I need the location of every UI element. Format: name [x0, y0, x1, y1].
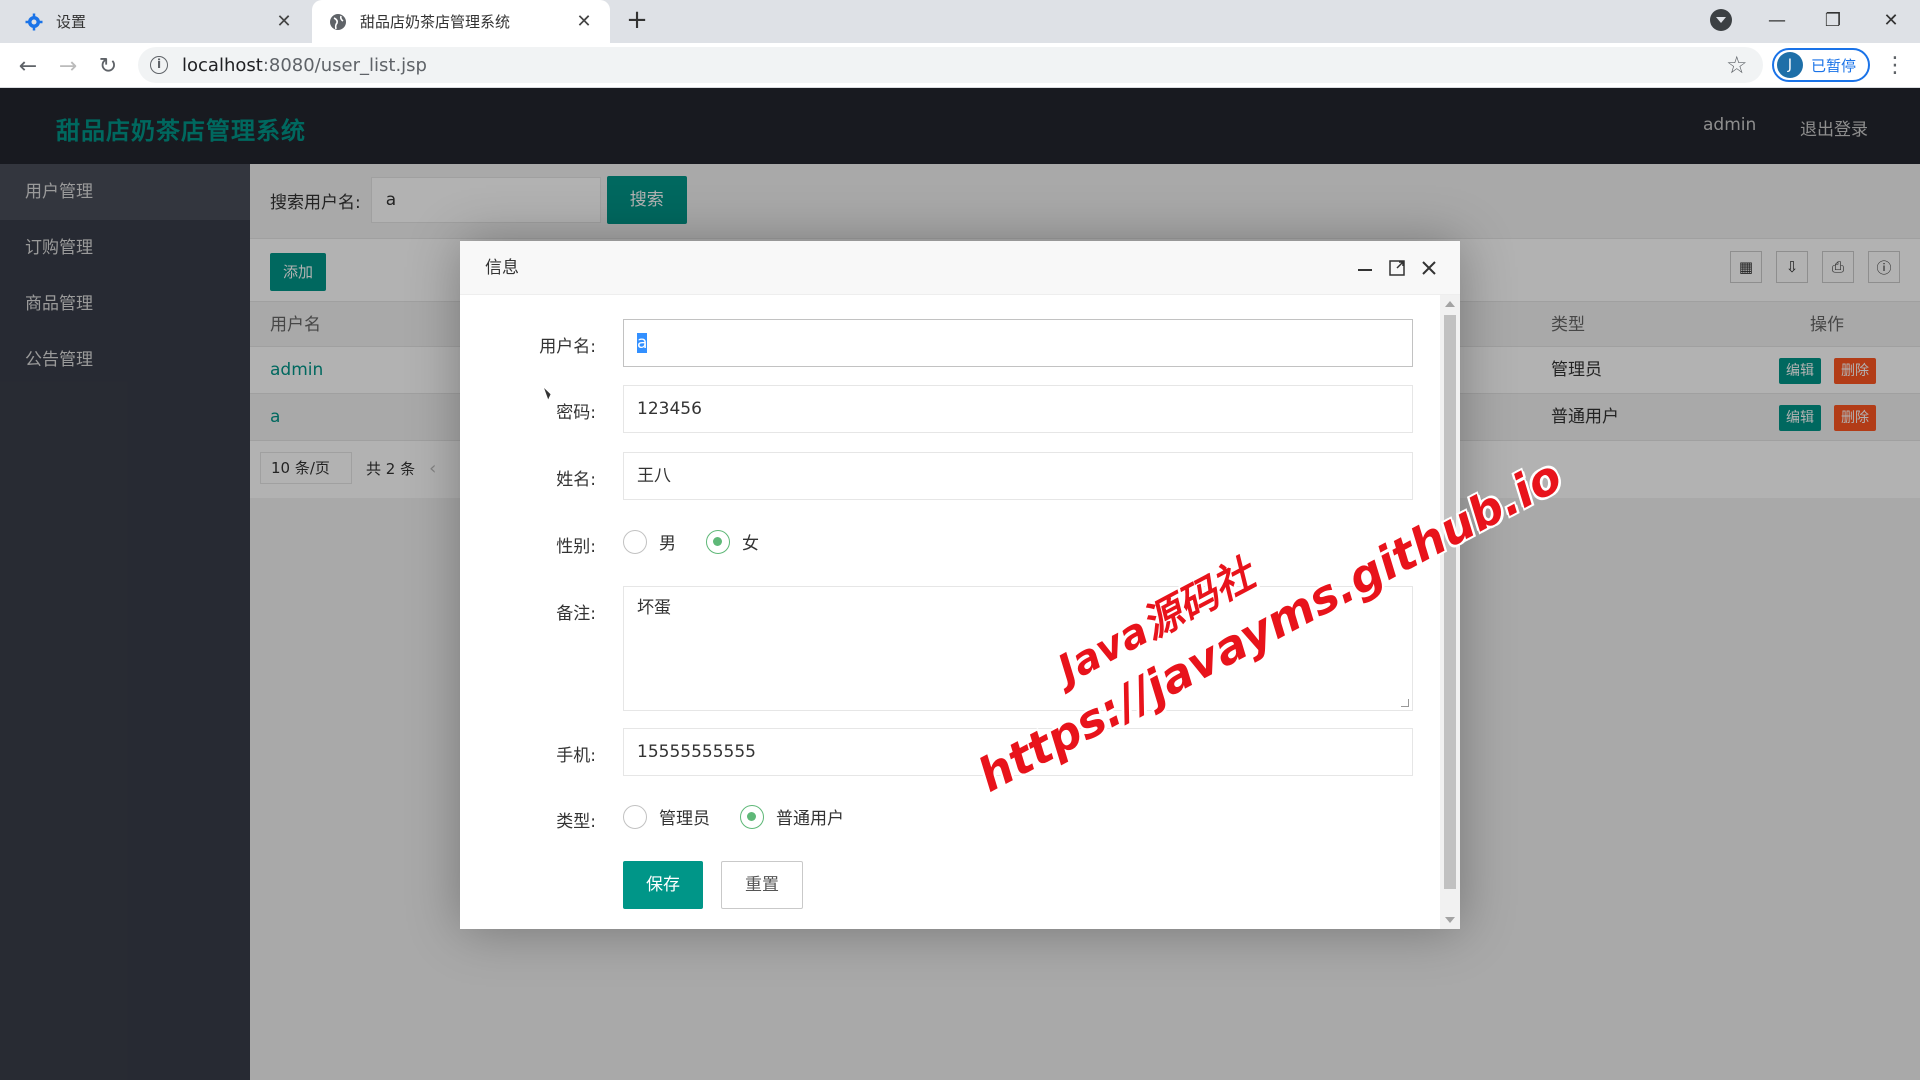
url-path: :8080/user_list.jsp: [262, 54, 427, 76]
radio-label: 普通用户: [776, 809, 844, 829]
dialog-form: 用户名: a 密码: 123456 姓名: 王八 性别: 男 女 备注: 坏蛋 …: [460, 295, 1440, 929]
minimize-icon[interactable]: —: [1752, 0, 1802, 40]
info-dialog: 信息 用户名: a 密码: 123456 姓名: 王八 性别: 男 女 备注: …: [460, 241, 1460, 929]
profile-status: 已暂停: [1811, 56, 1857, 75]
forward-icon[interactable]: →: [53, 51, 83, 81]
url-host: localhost: [182, 54, 263, 76]
resize-grip-icon[interactable]: [1401, 699, 1409, 707]
reset-button[interactable]: 重置: [721, 861, 803, 909]
username-field[interactable]: a: [623, 319, 1413, 367]
note-value: 坏蛋: [637, 598, 671, 618]
browser-tabbar: 设置 ✕ 甜品店奶茶店管理系统 ✕ + — ❐ ✕: [0, 0, 1920, 43]
gender-radio-group: 男 女: [623, 529, 789, 554]
radio-label: 女: [742, 534, 759, 554]
profile-button[interactable]: J 已暂停: [1772, 48, 1870, 82]
tab-search-icon[interactable]: [1710, 9, 1732, 31]
gear-icon: [24, 12, 44, 32]
tab-settings[interactable]: 设置 ✕: [8, 0, 310, 43]
scroll-up-icon[interactable]: [1445, 301, 1455, 307]
gender-female-radio[interactable]: 女: [706, 529, 759, 554]
password-field[interactable]: 123456: [623, 385, 1413, 433]
dialog-title: 信息: [460, 241, 1460, 295]
restore-icon[interactable]: ❐: [1808, 0, 1858, 40]
username-label: 用户名:: [539, 337, 596, 357]
more-menu-icon[interactable]: ⋮: [1884, 53, 1906, 78]
window-close-icon[interactable]: ✕: [1866, 0, 1916, 40]
reload-icon[interactable]: ↻: [93, 51, 123, 81]
tab-app[interactable]: 甜品店奶茶店管理系统 ✕: [312, 0, 610, 43]
dialog-scrollbar[interactable]: [1440, 295, 1460, 929]
save-button[interactable]: 保存: [623, 861, 703, 909]
name-label: 姓名:: [556, 470, 596, 490]
type-label: 类型:: [556, 812, 596, 832]
note-label: 备注:: [556, 604, 596, 624]
new-tab-button[interactable]: +: [624, 7, 650, 34]
radio-label: 管理员: [659, 809, 710, 829]
globe-icon: [328, 12, 348, 32]
scroll-thumb[interactable]: [1444, 315, 1456, 889]
gender-male-radio[interactable]: 男: [623, 529, 676, 554]
info-icon[interactable]: i: [150, 56, 168, 74]
name-field[interactable]: 王八: [623, 452, 1413, 500]
radio-checked-icon: [706, 529, 730, 554]
maximize-icon[interactable]: [1385, 256, 1409, 280]
scroll-down-icon[interactable]: [1445, 917, 1455, 923]
type-radio-group: 管理员 普通用户: [623, 804, 874, 829]
tab-title: 甜品店奶茶店管理系统: [360, 13, 511, 31]
phone-field[interactable]: 15555555555: [623, 728, 1413, 776]
close-icon[interactable]: ✕: [574, 11, 594, 32]
address-bar: ← → ↻ i localhost:8080/user_list.jsp ☆ J…: [0, 43, 1920, 88]
url-field[interactable]: i localhost:8080/user_list.jsp: [138, 47, 1763, 83]
tab-title: 设置: [56, 13, 87, 31]
type-normal-radio[interactable]: 普通用户: [740, 804, 844, 829]
close-icon[interactable]: [1417, 256, 1441, 280]
radio-icon: [623, 529, 647, 554]
radio-icon: [623, 804, 647, 829]
note-textarea[interactable]: 坏蛋: [623, 586, 1413, 711]
password-label: 密码:: [556, 403, 596, 423]
bookmark-star-icon[interactable]: ☆: [1726, 51, 1748, 79]
minimize-icon[interactable]: [1353, 256, 1377, 280]
username-value: a: [637, 333, 648, 353]
avatar: J: [1777, 52, 1803, 78]
gender-label: 性别:: [556, 537, 596, 557]
back-icon[interactable]: ←: [13, 51, 43, 81]
close-icon[interactable]: ✕: [274, 11, 294, 32]
phone-label: 手机:: [556, 746, 596, 766]
radio-checked-icon: [740, 804, 764, 829]
radio-label: 男: [659, 534, 676, 554]
type-admin-radio[interactable]: 管理员: [623, 804, 710, 829]
